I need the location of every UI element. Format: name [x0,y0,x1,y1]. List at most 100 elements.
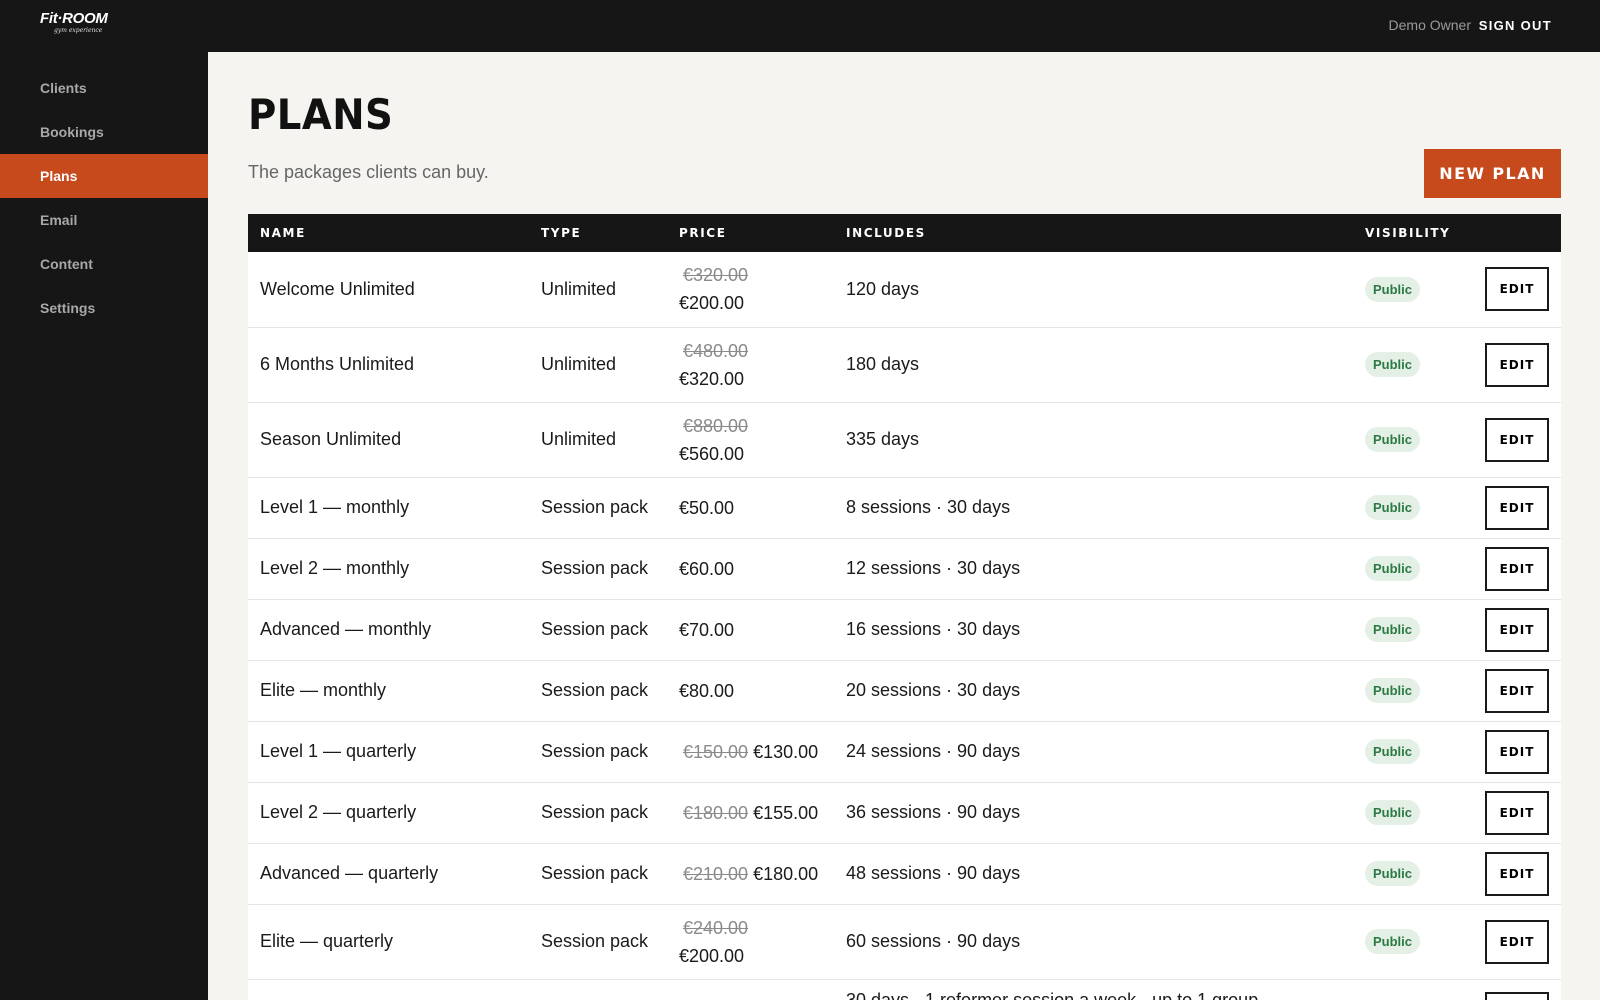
edit-plan-button[interactable]: EDIT [1485,919,1549,964]
plan-includes: 20 sessions · 30 days [834,660,1353,722]
table-row[interactable]: 6 Months Unlimited Unlimited €480.00 €320.0… [248,327,1561,403]
plan-type: Unlimited [529,252,667,328]
plan-price [667,979,834,1000]
table-row[interactable]: Welcome Unlimited Unlimited €320.00 €200.00… [248,252,1561,328]
table-row[interactable]: Level 1 — monthly Session pack €50.00 8 ses… [248,477,1561,539]
table-row[interactable]: Level 2 — monthly Session pack €60.00 12 se… [248,538,1561,600]
current-price: €50.00 [679,497,735,518]
plan-actions: EDIT [1453,252,1561,328]
column-header-type[interactable]: TYPE [529,214,667,252]
sidebar-item-bookings[interactable]: Bookings [0,110,208,154]
visibility-badge: Public [1365,929,1421,954]
table-row[interactable]: Advanced — quarterly Session pack €210.00 … [248,843,1561,905]
plan-includes: 335 days [834,402,1353,478]
sidebar-item-content[interactable]: Content [0,242,208,286]
plan-name: Level 1 — quarterly [248,721,529,783]
plan-visibility: Public [1353,538,1453,600]
edit-plan-button[interactable]: EDIT [1485,267,1549,312]
original-price: €210.00 [683,863,749,884]
plan-visibility: Public [1353,252,1453,328]
sidebar-item-email[interactable]: Email [0,198,208,242]
page-subtitle: The packages clients can buy. [248,162,489,182]
brand-logo[interactable]: Fit·ROOM gym experience [40,11,108,35]
plan-name: Season Unlimited [248,402,529,478]
current-price: €70.00 [679,619,735,640]
edit-plan-button[interactable]: EDIT [1485,607,1549,652]
original-price: €240.00 [683,917,749,938]
plan-visibility: Public [1353,721,1453,783]
logo-tagline: gym experience [54,27,103,34]
table-row[interactable]: Season Unlimited Unlimited €880.00 €560.00 3… [248,402,1561,478]
current-user-name: Demo Owner [1388,17,1471,33]
sign-out-button[interactable]: SIGN OUT [1479,18,1552,33]
plan-name: Advanced — monthly [248,599,529,661]
table-row[interactable]: Elite — monthly Session pack €80.00 20 sess… [248,660,1561,722]
original-price: €320.00 [683,265,749,286]
edit-plan-button[interactable]: EDIT [1485,342,1549,387]
plans-table-body: Welcome Unlimited Unlimited €320.00 €200.00… [248,252,1561,1000]
plan-name: Elite — monthly [248,660,529,722]
page-title: PLANS [248,90,394,139]
visibility-badge: Public [1365,495,1421,520]
sidebar-item-clients[interactable]: Clients [0,66,208,110]
plan-visibility: Public [1353,477,1453,539]
new-plan-button[interactable]: NEW PLAN [1424,149,1561,198]
top-bar: Fit·ROOM gym experience Demo Owner SIGN … [0,0,1600,52]
column-header-includes[interactable]: INCLUDES [834,214,1353,252]
plan-price: €80.00 [667,660,834,722]
visibility-badge: Public [1365,739,1421,764]
plan-includes: 30 days · 1 reformer session a week · up… [834,979,1353,1000]
logo-wordmark: Fit·ROOM [40,10,108,27]
plan-includes: 12 sessions · 30 days [834,538,1353,600]
sidebar-item-settings[interactable]: Settings [0,286,208,330]
column-header-price[interactable]: PRICE [667,214,834,252]
edit-plan-button[interactable]: EDIT [1485,729,1549,774]
plan-price: €150.00 €130.00 [667,721,834,783]
visibility-badge: Public [1365,678,1421,703]
original-price: €180.00 [683,802,749,823]
original-price: €480.00 [683,340,749,361]
edit-plan-button[interactable] [1485,991,1549,1000]
plan-type: Session pack [529,538,667,600]
plan-actions: EDIT [1453,721,1561,783]
column-header-name[interactable]: NAME [248,214,529,252]
table-row[interactable]: 30 days · 1 reformer session a week · up… [248,979,1561,1000]
plan-includes: 48 sessions · 90 days [834,843,1353,905]
plan-price: €50.00 [667,477,834,539]
plan-visibility: Public [1353,402,1453,478]
current-price: €155.00 [753,802,819,823]
edit-plan-button[interactable]: EDIT [1485,790,1549,835]
plan-includes: 36 sessions · 90 days [834,782,1353,844]
plan-name: Level 2 — quarterly [248,782,529,844]
plan-visibility: Public [1353,327,1453,403]
plan-includes: 24 sessions · 90 days [834,721,1353,783]
edit-plan-button[interactable]: EDIT [1485,485,1549,530]
plan-visibility [1353,979,1453,1000]
table-row[interactable]: Advanced — monthly Session pack €70.00 16 s… [248,599,1561,661]
plan-visibility: Public [1353,904,1453,980]
plan-price: €180.00 €155.00 [667,782,834,844]
plan-price: €240.00 €200.00 [667,904,834,980]
edit-plan-button[interactable]: EDIT [1485,417,1549,462]
plan-name: Level 1 — monthly [248,477,529,539]
table-row[interactable]: Level 2 — quarterly Session pack €180.00 €… [248,782,1561,844]
plan-name: Welcome Unlimited [248,252,529,328]
current-price: €180.00 [753,863,819,884]
plan-actions: EDIT [1453,477,1561,539]
current-price: €80.00 [679,680,735,701]
edit-plan-button[interactable]: EDIT [1485,546,1549,591]
current-price: €60.00 [679,558,735,579]
visibility-badge: Public [1365,276,1421,302]
sidebar: Clients Bookings Plans Email Content Set… [0,52,208,1000]
plan-includes: 180 days [834,327,1353,403]
plan-name [248,979,529,1000]
edit-plan-button[interactable]: EDIT [1485,851,1549,896]
plan-type: Unlimited [529,402,667,478]
edit-plan-button[interactable]: EDIT [1485,668,1549,713]
plan-actions: EDIT [1453,660,1561,722]
sidebar-item-plans[interactable]: Plans [0,154,208,198]
table-row[interactable]: Level 1 — quarterly Session pack €150.00 €… [248,721,1561,783]
table-row[interactable]: Elite — quarterly Session pack €240.00 €200… [248,904,1561,980]
column-header-actions [1453,214,1561,252]
column-header-visibility[interactable]: VISIBILITY [1353,214,1453,252]
